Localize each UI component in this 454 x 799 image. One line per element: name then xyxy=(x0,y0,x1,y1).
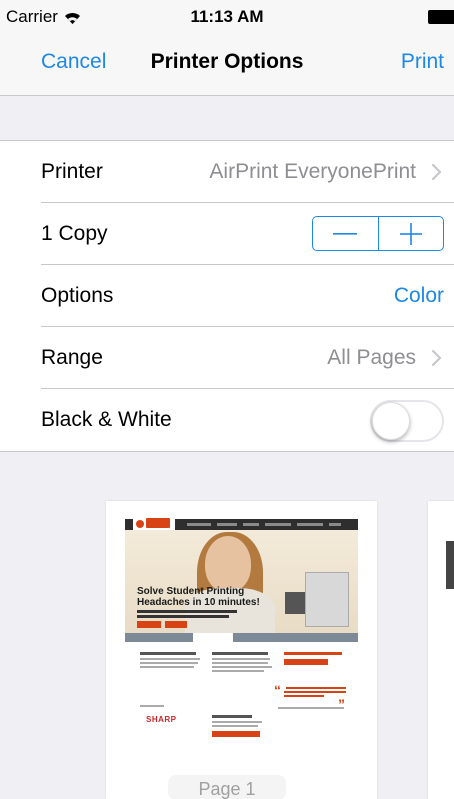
range-value: All Pages xyxy=(327,346,416,369)
page-number-text: Page 1 xyxy=(168,775,286,799)
battery-icon xyxy=(428,10,454,24)
printer-value: AirPrint EveryonePrint xyxy=(209,160,416,183)
navigation-bar: Cancel Printer Options Print xyxy=(0,34,454,96)
options-value[interactable]: Color xyxy=(394,284,444,308)
minus-icon xyxy=(333,232,358,235)
options-label: Options xyxy=(41,284,114,307)
preview-tab-strip xyxy=(125,633,358,642)
black-white-row: Black & White xyxy=(0,389,454,451)
page-number-label: Page 1 xyxy=(0,775,454,799)
range-row[interactable]: Range All Pages xyxy=(0,327,454,389)
black-white-toggle[interactable] xyxy=(370,400,444,442)
increment-button[interactable] xyxy=(377,217,444,250)
copies-stepper xyxy=(312,216,444,251)
plus-icon xyxy=(399,222,422,245)
preview-hero-image: Solve Student Printing Headaches in 10 m… xyxy=(125,530,358,633)
options-row[interactable]: Options Color xyxy=(0,265,454,327)
print-settings-list: Printer AirPrint EveryonePrint 1 Copy Op xyxy=(0,140,454,452)
printer-row[interactable]: Printer AirPrint EveryonePrint xyxy=(0,141,454,203)
chevron-right-icon xyxy=(431,163,442,181)
range-label: Range xyxy=(41,346,103,369)
printer-label: Printer xyxy=(41,160,103,183)
status-bar: Carrier 11:13 AM xyxy=(0,0,454,34)
black-white-label: Black & White xyxy=(41,408,172,431)
page-preview[interactable]: Solve Student Printing Headaches in 10 m… xyxy=(106,501,377,799)
copies-label: 1 Copy xyxy=(41,222,108,245)
next-page-preview[interactable] xyxy=(428,501,454,799)
preview-site-header xyxy=(125,517,358,532)
print-button[interactable]: Print xyxy=(401,50,444,74)
preview-headline: Solve Student Printing Headaches in 10 m… xyxy=(137,586,260,608)
copies-row: 1 Copy xyxy=(0,203,454,265)
print-preview: Solve Student Printing Headaches in 10 m… xyxy=(0,454,454,799)
decrement-button[interactable] xyxy=(313,217,378,250)
sharp-logo: SHARP xyxy=(146,715,177,724)
status-time: 11:13 AM xyxy=(190,7,264,26)
page-title: Printer Options xyxy=(150,50,304,73)
toggle-knob xyxy=(372,402,410,440)
chevron-right-icon xyxy=(431,349,442,367)
